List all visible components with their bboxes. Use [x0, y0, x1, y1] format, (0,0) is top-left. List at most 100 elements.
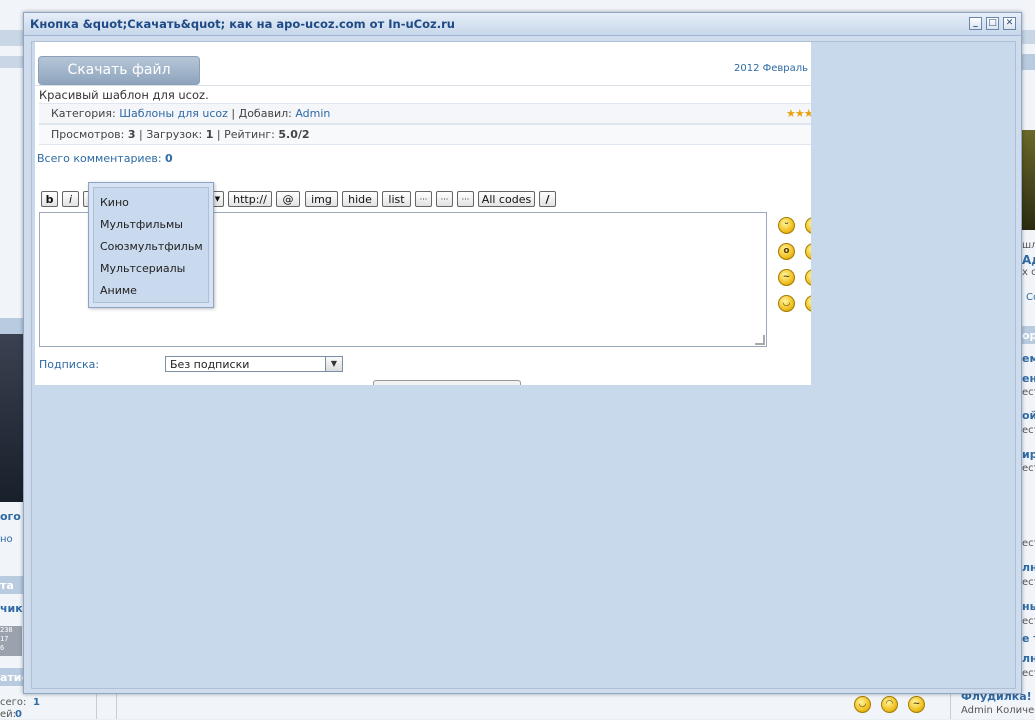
bg-counter-image: 238 17 6 — [0, 626, 22, 656]
bg-right-fragment-9[interactable]: ой — [1022, 409, 1035, 422]
smiley-tongue-icon[interactable]: ◡ — [778, 295, 795, 312]
smiley-icon-4[interactable]: · — [805, 243, 811, 260]
smiley-confused-icon[interactable]: ~ — [778, 269, 795, 286]
genre-dropdown-menu: Кино Мультфильмы Союзмультфильм Мультсер… — [88, 182, 214, 308]
bg-right-fragment-6[interactable]: ем — [1022, 352, 1035, 365]
image-button[interactable]: img — [305, 191, 338, 207]
window-client-area: Скачать файл 2012 Февраль 16 Красивый ша… — [31, 41, 1016, 689]
bg-right-fragment-20: ест — [1022, 668, 1035, 679]
bg-divider-left-2 — [116, 692, 117, 719]
bg-divider-left — [96, 692, 97, 719]
window-title: Кнопка &quot;Скачать&quot; как на apo-uc… — [30, 17, 455, 31]
more-button-2[interactable]: ··· — [436, 191, 453, 207]
bg-right-fragment-8: ест — [1022, 387, 1035, 398]
smiley-surprised-icon[interactable]: o — [778, 243, 795, 260]
bg-fragment-9: 0 — [15, 709, 22, 720]
smiley-icon-8[interactable]: · — [805, 295, 811, 312]
italic-button[interactable]: i — [62, 191, 79, 207]
bg-fragment-2[interactable]: но — [0, 534, 13, 545]
bg-fragment-6: сего: — [0, 697, 27, 708]
hide-button[interactable]: hide — [342, 191, 378, 207]
close-button[interactable]: ✕ — [1003, 17, 1016, 30]
bg-right-fragment-3: х ос — [1022, 267, 1035, 278]
bg-fragment-1[interactable]: ого — [0, 510, 21, 523]
bg-fragment-3: та — [0, 579, 14, 592]
maximize-button[interactable]: □ — [986, 17, 999, 30]
minimize-button[interactable]: _ — [969, 17, 982, 30]
author-link[interactable]: Admin — [295, 107, 330, 120]
all-codes-button[interactable]: All codes — [478, 191, 535, 207]
rating-value: 5.0/2 — [278, 128, 310, 141]
views-count: 3 — [127, 128, 136, 141]
subscription-label: Подписка: — [39, 358, 100, 371]
bg-fragment-7: 1 — [33, 697, 40, 708]
separator — [35, 85, 811, 86]
menu-item-anime[interactable]: Аниме — [100, 284, 137, 297]
bg-right-fragment-17: ест — [1022, 616, 1035, 627]
bg-block-header-right — [1020, 54, 1035, 70]
comments-count: Всего комментариев: 0 — [37, 152, 173, 165]
bg-right-fragment-10: ест — [1022, 425, 1035, 436]
menu-item-multfilmy[interactable]: Мультфильмы — [100, 218, 183, 231]
views-label: Просмотров: — [51, 128, 125, 141]
smiley-icon-6[interactable]: · — [805, 269, 811, 286]
bg-right-fragment-4[interactable]: Со — [1026, 292, 1035, 303]
rating-label: | Рейтинг: — [216, 128, 275, 141]
more-button-1[interactable]: ··· — [415, 191, 432, 207]
window-titlebar[interactable]: Кнопка &quot;Скачать&quot; как на apo-uc… — [24, 13, 1021, 36]
smiley-icon-2[interactable]: · — [805, 217, 811, 234]
bg-right-fragment-2[interactable]: Ад — [1022, 253, 1035, 267]
popup-window: Кнопка &quot;Скачать&quot; как на apo-uc… — [23, 12, 1022, 694]
bg-smiley-icon-2[interactable]: ◠ — [881, 696, 898, 713]
genre-menu-panel: Кино Мультфильмы Союзмультфильм Мультсер… — [93, 187, 209, 303]
more-button-3[interactable]: ··· — [457, 191, 474, 207]
category-info-bar: Категория: Шаблоны для ucoz | Добавил: A… — [39, 103, 811, 124]
category-link[interactable]: Шаблоны для ucoz — [119, 107, 228, 120]
bg-right-fragment-15: ест — [1022, 577, 1035, 588]
file-description: Красивый шаблон для ucoz. — [39, 88, 209, 102]
bg-strip-left-2 — [0, 56, 23, 68]
close-tags-button[interactable]: / — [539, 191, 556, 207]
smiley-angry-icon[interactable]: ᵕ — [778, 217, 795, 234]
comments-total: 0 — [165, 152, 173, 165]
chevron-down-icon[interactable]: ▼ — [325, 357, 342, 371]
category-line: Категория: Шаблоны для ucoz | Добавил: A… — [51, 107, 330, 120]
bg-right-fragment-16[interactable]: ны — [1022, 600, 1035, 613]
bg-forum-meta: Admin Количест — [961, 705, 1035, 716]
bg-right-fragment-12: ест — [1022, 463, 1035, 474]
bg-right-fragment-14[interactable]: лн — [1022, 561, 1035, 574]
bg-smiley-icon-3[interactable]: ~ — [908, 696, 925, 713]
subscription-select[interactable]: Без подписки ▼ — [165, 356, 343, 372]
rating-stars-icon[interactable]: ★★★ — [786, 107, 811, 120]
bg-poster-image — [0, 334, 23, 502]
bg-block-header-left — [0, 318, 23, 334]
url-button[interactable]: http:// — [228, 191, 272, 207]
bg-banner-image — [1021, 130, 1035, 230]
menu-item-soyuzmultfilm[interactable]: Союзмультфильм — [100, 240, 203, 253]
bold-button[interactable]: b — [41, 191, 58, 207]
bg-smiley-icon-1[interactable]: ◡ — [854, 696, 871, 713]
list-button[interactable]: list — [382, 191, 411, 207]
category-label: Категория: — [51, 107, 116, 120]
added-by-label: | Добавил: — [231, 107, 292, 120]
submit-button[interactable] — [373, 380, 521, 385]
email-button[interactable]: @ — [276, 191, 300, 207]
download-file-button[interactable]: Скачать файл — [38, 56, 200, 85]
stats-info-bar: Просмотров: 3 | Загрузок: 1 | Рейтинг: 5… — [39, 124, 811, 145]
downloads-count: 1 — [205, 128, 214, 141]
resize-grip-icon[interactable] — [755, 335, 765, 345]
stats-line: Просмотров: 3 | Загрузок: 1 | Рейтинг: 5… — [51, 128, 310, 141]
bg-right-fragment-13: ест — [1022, 538, 1035, 549]
bg-right-fragment-5: ор — [1022, 329, 1035, 342]
bg-header-strip-left — [0, 30, 23, 46]
downloads-label: | Загрузок: — [139, 128, 203, 141]
bg-right-fragment-11[interactable]: ир — [1022, 448, 1035, 461]
bg-divider-right — [950, 692, 951, 719]
bg-header-strip-right — [1020, 30, 1035, 44]
menu-item-kino[interactable]: Кино — [100, 196, 129, 209]
bg-right-fragment-18[interactable]: е т — [1022, 632, 1035, 645]
bg-fragment-8: ей: — [0, 709, 17, 720]
bg-right-fragment-7[interactable]: ени — [1022, 372, 1035, 385]
bg-right-fragment-19[interactable]: лн — [1022, 652, 1035, 665]
menu-item-multserialy[interactable]: Мультсериалы — [100, 262, 185, 275]
